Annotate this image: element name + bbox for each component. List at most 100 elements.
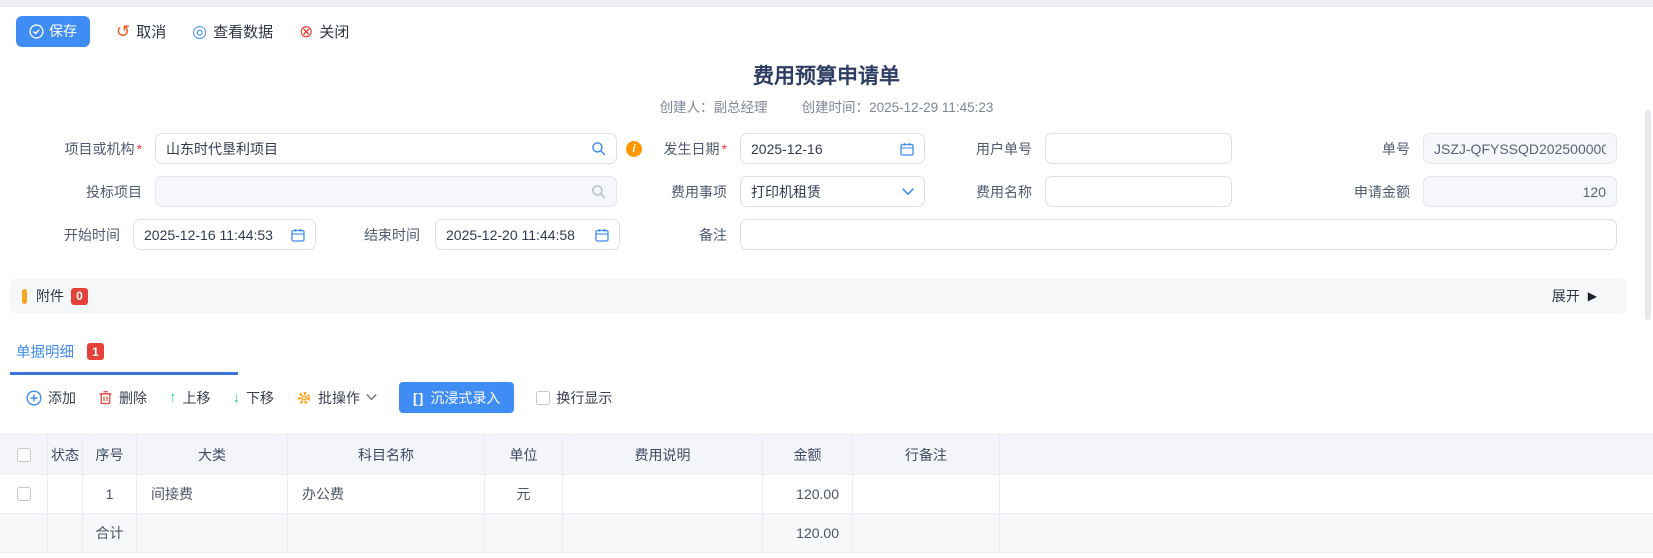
required-mark: *: [722, 141, 727, 157]
attachment-label: 附件: [36, 286, 64, 306]
tab-detail-badge: 1: [87, 343, 104, 360]
bid-project-label: 投标项目: [0, 182, 150, 202]
move-down-button[interactable]: ↓ 下移: [233, 388, 275, 408]
project-input[interactable]: 山东时代垦利项目 i: [155, 133, 617, 164]
creator-value: 副总经理: [714, 100, 768, 115]
expand-label: 展开: [1552, 286, 1580, 306]
detail-toolbar: 添加 删除 ↑ 上移 ↓ 下移 批操作 [] 沉浸式录入: [26, 382, 1653, 413]
expense-item-label: 费用事项: [622, 182, 735, 202]
close-label: 关闭: [319, 21, 349, 42]
cell-amount[interactable]: 120.00: [763, 475, 853, 513]
header-seq: 序号: [83, 435, 137, 474]
main-toolbar: 保存 ↺ 取消 ◎ 查看数据 ⊗ 关闭: [16, 15, 1653, 47]
project-label: 项目或机构*: [0, 139, 150, 159]
form-area: 项目或机构* 山东时代垦利项目 i 发生日期* 2025-12-16 用户单号 …: [0, 133, 1653, 250]
occur-date-input[interactable]: 2025-12-16: [740, 133, 925, 164]
scrollbar[interactable]: [1645, 110, 1651, 320]
header-amount: 金额: [763, 435, 853, 474]
page-title: 费用预算申请单: [0, 60, 1653, 90]
move-up-label: 上移: [183, 388, 211, 408]
cell-subject[interactable]: 办公费: [288, 475, 485, 513]
total-subject: [288, 514, 485, 552]
gear-icon: [296, 390, 312, 406]
save-button[interactable]: 保存: [16, 16, 90, 47]
created-time-label: 创建时间：: [802, 100, 870, 115]
expense-budget-form-page: 保存 ↺ 取消 ◎ 查看数据 ⊗ 关闭 费用预算申请单 创建人：副总经理创建时间…: [0, 0, 1653, 558]
immersive-entry-button[interactable]: [] 沉浸式录入: [399, 382, 514, 413]
cell-unit[interactable]: 元: [485, 475, 563, 513]
total-amount: 120.00: [763, 514, 853, 552]
cancel-label: 取消: [136, 21, 166, 42]
add-label: 添加: [48, 388, 76, 408]
total-label: 合计: [83, 514, 137, 552]
wrap-display-checkbox[interactable]: [536, 391, 550, 405]
search-icon: [591, 184, 606, 199]
add-row-button[interactable]: 添加: [26, 388, 76, 408]
apply-amount-label: 申请金额: [1237, 182, 1418, 202]
required-mark: *: [137, 141, 142, 157]
row-checkbox[interactable]: [17, 487, 31, 501]
delete-label: 删除: [119, 388, 147, 408]
expense-name-input[interactable]: [1045, 176, 1232, 207]
attachment-count-badge: 0: [71, 288, 88, 305]
expense-name-label: 费用名称: [930, 182, 1040, 202]
save-label: 保存: [49, 21, 77, 41]
created-time-value: 2025-12-29 11:45:23: [869, 100, 993, 115]
total-checkbox-cell: [0, 514, 48, 552]
row-checkbox-cell: [0, 475, 48, 513]
chevron-down-icon: [366, 394, 377, 401]
brackets-icon: []: [413, 390, 424, 406]
move-up-button[interactable]: ↑ 上移: [169, 388, 211, 408]
total-unit: [485, 514, 563, 552]
expand-button[interactable]: 展开 ▶: [1552, 286, 1597, 306]
expense-item-select[interactable]: 打印机租赁: [740, 176, 925, 207]
batch-ops-button[interactable]: 批操作: [296, 388, 377, 408]
detail-table: 状态 序号 大类 科目名称 单位 费用说明 金额 行备注 1 间接费 办公费 元…: [0, 434, 1653, 553]
doc-no-label: 单号: [1237, 139, 1418, 159]
cell-category[interactable]: 间接费: [137, 475, 288, 513]
chevron-down-icon: [902, 188, 914, 196]
calendar-icon: [900, 142, 914, 156]
cell-note[interactable]: [853, 475, 1000, 513]
table-total-row: 合计 120.00: [0, 514, 1653, 553]
delete-row-button[interactable]: 删除: [98, 388, 147, 408]
window-top-strip: [0, 0, 1653, 7]
header-desc: 费用说明: [563, 435, 763, 474]
calendar-icon: [595, 228, 609, 242]
cell-seq: 1: [83, 475, 137, 513]
detail-tabs: 单据明细 1: [0, 329, 1653, 375]
attachment-bar: 附件 0 展开 ▶: [10, 279, 1627, 313]
info-icon[interactable]: i: [626, 141, 642, 157]
search-icon[interactable]: [591, 141, 606, 156]
expand-arrow-icon: ▶: [1588, 289, 1597, 303]
user-no-input[interactable]: [1045, 133, 1232, 164]
header-unit: 单位: [485, 435, 563, 474]
wrap-display-label: 换行显示: [556, 388, 612, 408]
table-row[interactable]: 1 间接费 办公费 元 120.00: [0, 475, 1653, 514]
header-note: 行备注: [853, 435, 1000, 474]
remark-input[interactable]: [740, 219, 1617, 250]
end-time-label: 结束时间: [316, 225, 428, 245]
cell-desc[interactable]: [563, 475, 763, 513]
user-no-label: 用户单号: [930, 139, 1040, 159]
cancel-button[interactable]: ↺ 取消: [116, 21, 166, 42]
view-data-button[interactable]: ◎ 查看数据: [192, 21, 273, 42]
close-button[interactable]: ⊗ 关闭: [299, 21, 349, 42]
immersive-entry-label: 沉浸式录入: [430, 388, 500, 408]
arrow-up-icon: ↑: [169, 389, 177, 406]
doc-no-field: JSZJ-QFYSSQD20250000001: [1423, 133, 1617, 164]
bid-project-input[interactable]: [155, 176, 617, 207]
header-checkbox-cell: [0, 435, 48, 474]
active-tab-underline: [10, 372, 238, 375]
select-all-checkbox[interactable]: [17, 448, 31, 462]
tab-detail[interactable]: 单据明细 1: [16, 341, 104, 362]
table-header-row: 状态 序号 大类 科目名称 单位 费用说明 金额 行备注: [0, 435, 1653, 475]
start-time-input[interactable]: 2025-12-16 11:44:53: [133, 219, 316, 250]
form-row-2: 投标项目 费用事项 打印机租赁 费用名称 申请金额 120: [0, 176, 1653, 207]
end-time-input[interactable]: 2025-12-20 11:44:58: [435, 219, 620, 250]
header-filler: [1000, 435, 1653, 474]
apply-amount-field: 120: [1423, 176, 1617, 207]
wrap-display-toggle[interactable]: 换行显示: [536, 388, 612, 408]
batch-ops-label: 批操作: [318, 388, 360, 408]
save-check-icon: [29, 24, 44, 39]
